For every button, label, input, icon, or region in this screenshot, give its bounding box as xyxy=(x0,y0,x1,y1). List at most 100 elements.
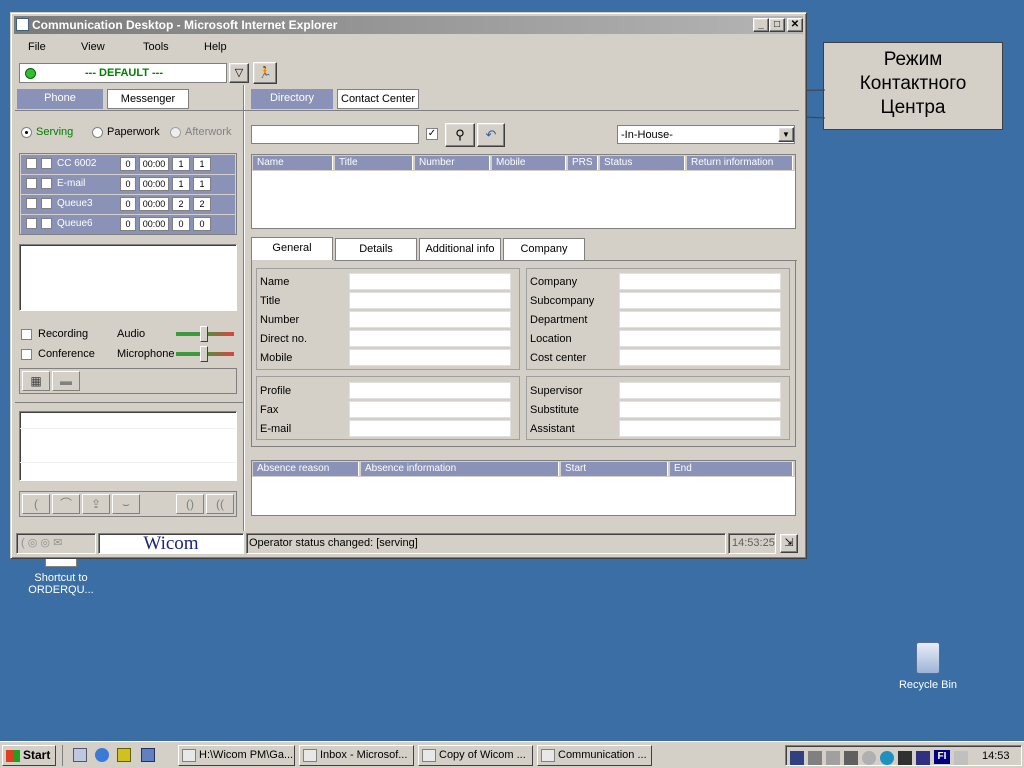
col-status[interactable]: Status xyxy=(600,156,685,170)
cost-center-field[interactable] xyxy=(619,349,781,366)
col-end[interactable]: End xyxy=(670,462,793,476)
task-copy-of-wicom[interactable]: Copy of Wicom ... xyxy=(418,745,533,766)
consult-button[interactable]: () xyxy=(176,494,204,514)
title-bar[interactable]: Communication Desktop - Microsoft Intern… xyxy=(14,16,803,34)
queue-checkbox-b[interactable] xyxy=(41,218,52,229)
col-mobile[interactable]: Mobile xyxy=(492,156,566,170)
shield-icon[interactable] xyxy=(790,751,804,765)
col-number[interactable]: Number xyxy=(415,156,490,170)
transfer-button[interactable]: ⇪ xyxy=(82,494,110,514)
queue-row[interactable]: CC 6002 0 00:00 1 1 xyxy=(21,155,235,174)
undo-button[interactable]: ↶ xyxy=(477,123,505,147)
queue-row[interactable]: Queue6 0 00:00 0 0 xyxy=(21,215,235,234)
video-button[interactable]: ▬ xyxy=(52,371,80,391)
tab-directory[interactable]: Directory xyxy=(251,89,333,109)
conference-call-button[interactable]: (( xyxy=(206,494,234,514)
start-button[interactable]: Start xyxy=(2,745,56,766)
tab-details[interactable]: Details xyxy=(335,238,417,260)
monitor-icon[interactable] xyxy=(844,751,858,765)
col-absence-reason[interactable]: Absence reason xyxy=(253,462,359,476)
mobile-field[interactable] xyxy=(349,349,511,366)
filter-icon[interactable] xyxy=(916,751,930,765)
email-field[interactable] xyxy=(349,420,511,437)
queue-checkbox-a[interactable] xyxy=(26,178,37,189)
col-name[interactable]: Name xyxy=(253,156,333,170)
sync-icon[interactable] xyxy=(898,751,912,765)
search-button[interactable]: ⚲ xyxy=(445,123,475,147)
antivirus-icon[interactable] xyxy=(862,751,876,765)
audio-slider[interactable] xyxy=(176,326,234,342)
company-field[interactable] xyxy=(619,273,781,290)
substitute-field[interactable] xyxy=(619,401,781,418)
search-exact-checkbox[interactable]: ✓ xyxy=(426,128,438,140)
queue-checkbox-a[interactable] xyxy=(26,198,37,209)
assistant-field[interactable] xyxy=(619,420,781,437)
language-indicator[interactable]: FI xyxy=(934,750,950,764)
tab-general[interactable]: General xyxy=(251,237,333,261)
task-communication[interactable]: Communication ... xyxy=(537,745,652,766)
task-inbox[interactable]: Inbox - Microsof... xyxy=(299,745,414,766)
minimize-button[interactable]: _ xyxy=(753,18,769,32)
audio-slider-knob[interactable] xyxy=(200,326,208,342)
resize-grip-button[interactable]: ⇲ xyxy=(780,534,798,553)
globe-icon[interactable] xyxy=(880,751,894,765)
col-title[interactable]: Title xyxy=(335,156,413,170)
tab-phone[interactable]: Phone xyxy=(17,89,103,109)
subcompany-field[interactable] xyxy=(619,292,781,309)
col-start[interactable]: Start xyxy=(561,462,668,476)
queue-checkbox-a[interactable] xyxy=(26,218,37,229)
tab-contact-center[interactable]: Contact Center xyxy=(337,89,419,109)
exit-button[interactable]: 🏃 xyxy=(253,62,277,84)
queue-checkbox-a[interactable] xyxy=(26,158,37,169)
microphone-slider-knob[interactable] xyxy=(200,346,208,362)
menu-help[interactable]: Help xyxy=(204,41,227,53)
task-explorer[interactable]: H:\Wicom PM\Ga... xyxy=(178,745,295,766)
tab-company[interactable]: Company xyxy=(503,238,585,260)
number-field[interactable] xyxy=(349,311,511,328)
show-desktop-icon[interactable] xyxy=(73,748,87,762)
title-field[interactable] xyxy=(349,292,511,309)
queue-row[interactable]: E-mail 0 00:00 1 1 xyxy=(21,175,235,194)
supervisor-field[interactable] xyxy=(619,382,781,399)
direct-no-field[interactable] xyxy=(349,330,511,347)
name-field[interactable] xyxy=(349,273,511,290)
queue-checkbox-b[interactable] xyxy=(41,198,52,209)
network-icon[interactable] xyxy=(826,751,840,765)
video-camera-icon: ▬ xyxy=(60,374,72,388)
tab-additional-info[interactable]: Additional info xyxy=(419,238,501,260)
department-field[interactable] xyxy=(619,311,781,328)
col-prs[interactable]: PRS xyxy=(568,156,598,170)
queue-checkbox-b[interactable] xyxy=(41,158,52,169)
queue-checkbox-b[interactable] xyxy=(41,178,52,189)
menu-tools[interactable]: Tools xyxy=(143,41,169,53)
search-input[interactable] xyxy=(251,125,419,144)
browser-icon[interactable] xyxy=(95,748,109,762)
hold-button[interactable]: ⌣ xyxy=(112,494,140,514)
chevron-down-icon[interactable]: ▼ xyxy=(778,127,794,142)
media-icon[interactable] xyxy=(117,748,131,762)
label-department: Department xyxy=(530,314,588,326)
menu-file[interactable]: File xyxy=(28,41,46,53)
recycle-bin[interactable]: Recycle Bin xyxy=(893,642,963,691)
desktop-shortcut[interactable]: Shortcut to ORDERQU... xyxy=(18,555,104,596)
fax-field[interactable] xyxy=(349,401,511,418)
microphone-slider[interactable] xyxy=(176,346,234,362)
col-return-info[interactable]: Return information xyxy=(687,156,793,170)
dial-button[interactable]: ( xyxy=(22,494,50,514)
volume-icon[interactable] xyxy=(808,751,822,765)
pen-icon[interactable] xyxy=(954,751,968,765)
profile-field[interactable] xyxy=(349,382,511,399)
location-field[interactable] xyxy=(619,330,781,347)
profile-select[interactable]: --- DEFAULT --- xyxy=(19,63,227,83)
col-absence-info[interactable]: Absence information xyxy=(361,462,559,476)
tab-messenger[interactable]: Messenger xyxy=(107,89,189,109)
queue-row[interactable]: Queue3 0 00:00 2 2 xyxy=(21,195,235,214)
profile-dropdown-button[interactable]: ▽ xyxy=(229,63,249,83)
location-select[interactable]: -In-House- ▼ xyxy=(617,125,795,144)
close-button[interactable]: ✕ xyxy=(787,18,803,32)
hangup-button[interactable]: ⌒ xyxy=(52,494,80,514)
maximize-button[interactable]: □ xyxy=(769,18,785,32)
menu-view[interactable]: View xyxy=(81,41,105,53)
keypad-button[interactable]: ▦ xyxy=(22,371,50,391)
outlook-icon[interactable] xyxy=(141,748,155,762)
